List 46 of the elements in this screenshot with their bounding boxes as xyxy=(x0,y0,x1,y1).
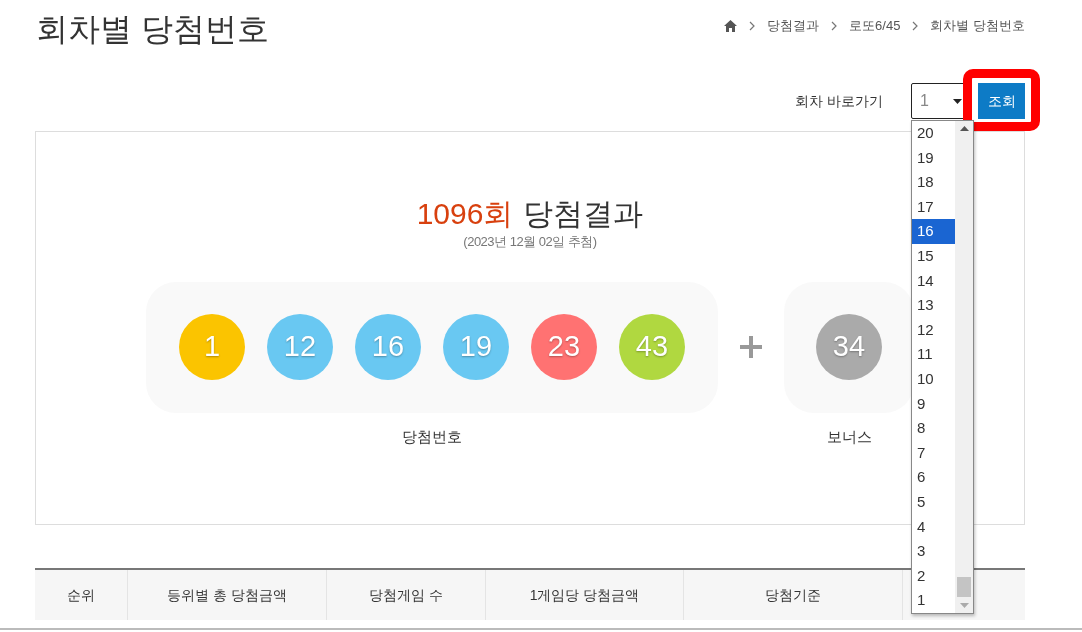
dropdown-option[interactable]: 9 xyxy=(912,391,956,417)
dropdown-option[interactable]: 5 xyxy=(912,489,956,515)
chevron-right-icon xyxy=(831,20,838,31)
dropdown-option[interactable]: 17 xyxy=(912,194,956,220)
dropdown-option[interactable]: 20 xyxy=(912,121,956,146)
column-header: 당첨기준 xyxy=(684,570,903,620)
chevron-right-icon xyxy=(912,20,919,31)
breadcrumb-link[interactable]: 당첨결과 xyxy=(767,16,820,36)
winning-numbers-label: 당첨번호 xyxy=(402,426,462,447)
column-header: 순위 xyxy=(35,570,128,620)
draw-date: (2023년 12월 02일 추첨) xyxy=(463,233,597,251)
dropdown-option[interactable]: 8 xyxy=(912,416,956,441)
dropdown-option[interactable]: 11 xyxy=(912,342,956,367)
dropdown-option[interactable]: 4 xyxy=(912,514,956,540)
column-header: 당첨게임 수 xyxy=(327,570,486,620)
dropdown-option[interactable]: 1 xyxy=(912,588,956,613)
dropdown-option[interactable]: 16 xyxy=(912,219,956,244)
breadcrumb-link[interactable]: 로또6/45 xyxy=(849,16,901,36)
chevron-right-icon xyxy=(749,20,756,31)
column-header: 등위별 총 당첨금액 xyxy=(128,570,327,620)
dropdown-option[interactable]: 7 xyxy=(912,440,956,466)
dropdown-option[interactable]: 6 xyxy=(912,465,956,490)
dropdown-option[interactable]: 12 xyxy=(912,317,956,343)
scroll-up-arrow-icon[interactable] xyxy=(959,126,969,131)
search-button[interactable]: 조회 xyxy=(978,83,1025,119)
dropdown-option[interactable]: 2 xyxy=(912,563,956,589)
bonus-label: 보너스 xyxy=(826,426,872,447)
caret-icon xyxy=(953,98,962,104)
breadcrumb-link[interactable]: 회차별 당첨번호 xyxy=(930,16,1025,36)
result-title: 당첨결과 xyxy=(523,196,644,232)
scroll-down-arrow-icon[interactable] xyxy=(959,603,969,608)
scrollbar-thumb[interactable] xyxy=(957,577,972,597)
dropdown-option[interactable]: 14 xyxy=(912,268,956,294)
dropdown-option[interactable]: 13 xyxy=(912,293,956,318)
column-header: 1게임당 당첨금액 xyxy=(486,570,684,620)
round-jump-label: 회차 바로가기 xyxy=(795,91,883,111)
dropdown-option[interactable]: 15 xyxy=(912,243,956,269)
page-title: 회차별 당첨번호 xyxy=(36,10,269,49)
dropdown-option[interactable]: 3 xyxy=(912,539,956,564)
dropdown-option[interactable]: 19 xyxy=(912,145,956,171)
plus-icon xyxy=(740,336,762,358)
scrollbar[interactable] xyxy=(955,121,973,613)
round-number: 1096회 xyxy=(416,196,514,232)
dropdown-option[interactable]: 10 xyxy=(912,366,956,392)
dropdown-option[interactable]: 18 xyxy=(912,170,956,195)
home-icon[interactable] xyxy=(724,19,738,32)
